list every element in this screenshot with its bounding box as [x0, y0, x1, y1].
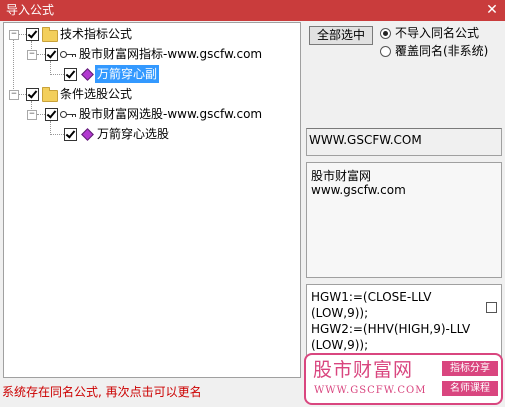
watermark-logo: 股市财富网 WWW.GSCFW.COM 指标分享 名师课程 [304, 353, 503, 405]
tree-node-screening-formula[interactable]: − 股市财富网选股-www.gscfw.com [4, 105, 294, 123]
tree-node-screening-group[interactable]: − 条件选股公式 [4, 85, 294, 103]
key-icon [60, 49, 77, 59]
checkbox-icon[interactable] [26, 28, 39, 41]
tree-node-label: 股市财富网指标-www.gscfw.com [79, 47, 263, 61]
watermark-name: 股市财富网 [313, 359, 414, 381]
tree-node-leaf-wanjian-fu[interactable]: 万箭穿心副 [4, 65, 294, 83]
status-message: 系统存在同名公式, 再次点击可以更名 [2, 385, 202, 399]
key-icon [60, 109, 77, 119]
formula-code-text: HGW1:=(CLOSE-LLV (LOW,9)); HGW2:=(HHV(HI… [311, 290, 471, 352]
tree-node-indicator-group[interactable]: − 技术指标公式 [4, 25, 294, 43]
tree-node-label: 技术指标公式 [60, 27, 133, 41]
expander-icon[interactable]: − [9, 90, 19, 100]
checkbox-icon[interactable] [64, 68, 77, 81]
checkbox-icon[interactable] [45, 48, 58, 61]
tree-node-label: 股市财富网选股-www.gscfw.com [79, 107, 263, 121]
site-text: WWW.GSCFW.COM [309, 133, 422, 147]
expander-icon[interactable]: − [27, 110, 37, 120]
folder-icon [42, 27, 58, 42]
formula-tree[interactable]: − 技术指标公式 − 股市财富网指标-www.gscfw.com 万箭穿心副 −… [3, 22, 301, 378]
expander-icon[interactable]: − [27, 50, 37, 60]
expander-icon[interactable]: − [9, 30, 19, 40]
tree-node-leaf-wanjian-xuangu[interactable]: 万箭穿心选股 [4, 125, 294, 143]
radio-label: 不导入同名公式 [395, 26, 480, 40]
checkbox-icon[interactable] [26, 88, 39, 101]
formula-gem-icon [81, 128, 94, 141]
import-formula-dialog: 导入公式 ✕ − 技术指标公式 − 股市财富网指标-www.gscfw.com [0, 0, 505, 407]
description-line: www.gscfw.com [311, 183, 406, 197]
radio-icon[interactable] [380, 28, 391, 39]
title-bar: 导入公式 ✕ [0, 0, 505, 21]
checkbox-icon[interactable] [45, 108, 58, 121]
tree-node-label: 万箭穿心选股 [97, 127, 170, 141]
formula-gem-icon [81, 68, 94, 81]
description-box[interactable]: 股市财富网 www.gscfw.com [306, 162, 502, 278]
radio-icon[interactable] [380, 46, 391, 57]
site-field: WWW.GSCFW.COM [306, 128, 502, 156]
description-line: 股市财富网 [311, 169, 372, 183]
select-all-button[interactable]: 全部选中 [309, 26, 373, 45]
radio-label: 覆盖同名(非系统) [395, 44, 489, 58]
folder-icon [42, 87, 58, 102]
tree-node-indicator-formula[interactable]: − 股市财富网指标-www.gscfw.com [4, 45, 294, 63]
watermark-tag: 指标分享 [442, 361, 498, 376]
window-title: 导入公式 [6, 3, 55, 17]
tree-node-label-selected[interactable]: 万箭穿心副 [95, 65, 160, 83]
checkbox-icon[interactable] [64, 128, 77, 141]
tree-node-label: 条件选股公式 [60, 87, 133, 101]
watermark-tag: 名师课程 [442, 381, 498, 396]
watermark-url: WWW.GSCFW.COM [314, 385, 427, 396]
checkbox-icon[interactable] [486, 302, 497, 313]
close-icon[interactable]: ✕ [485, 2, 499, 18]
